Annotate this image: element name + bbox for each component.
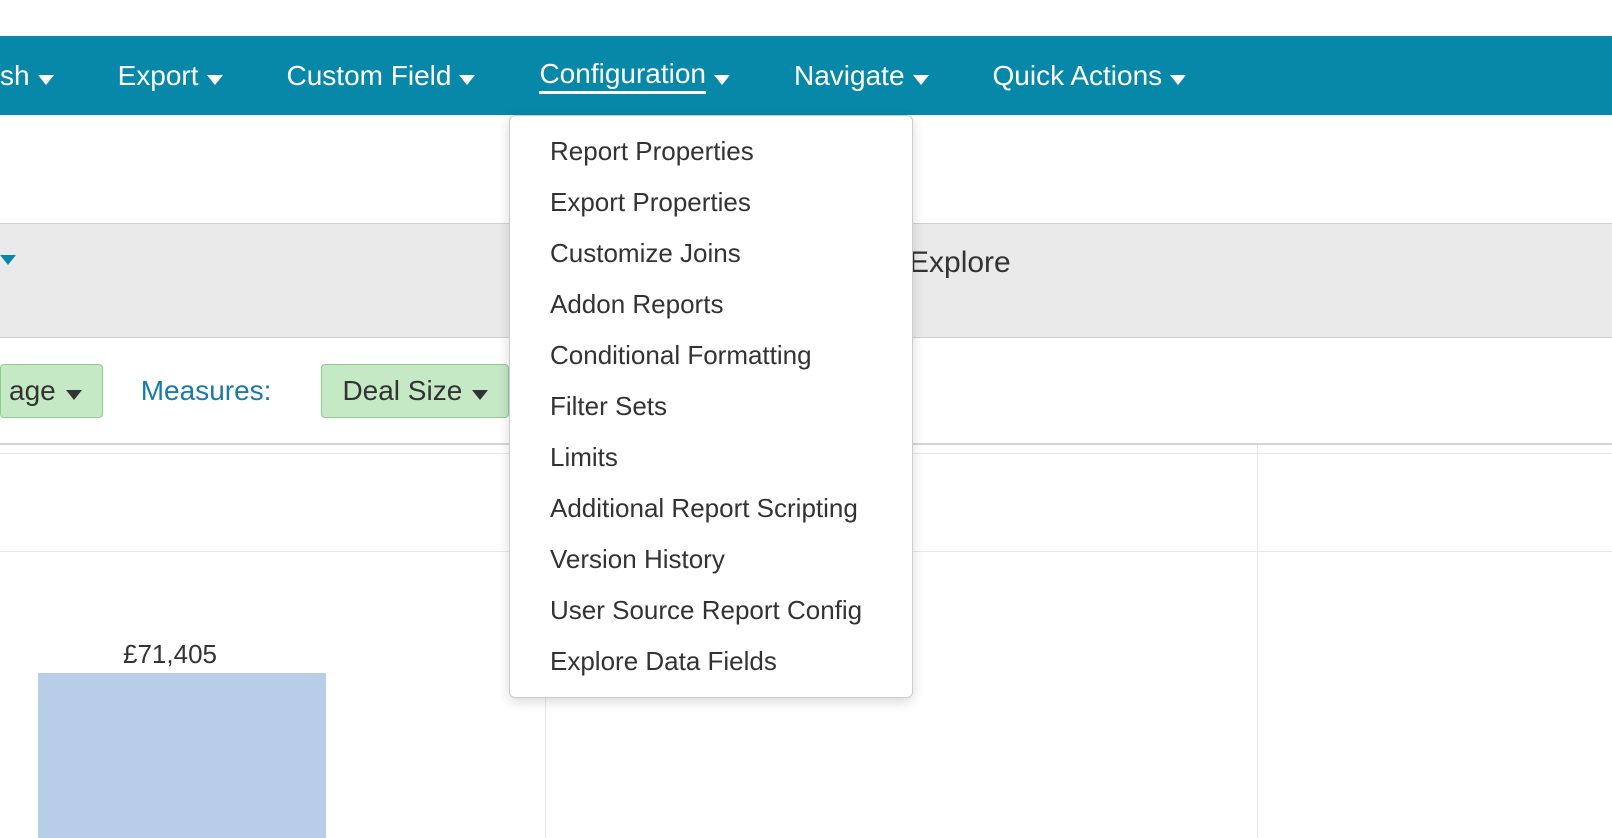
dropdown-item-report-properties[interactable]: Report Properties bbox=[510, 126, 912, 177]
caret-down-icon bbox=[38, 60, 54, 92]
pill-partial-age[interactable]: age bbox=[0, 364, 103, 418]
chart-bar[interactable] bbox=[38, 673, 326, 838]
menu-label: sh bbox=[0, 60, 30, 92]
menu-item-navigate[interactable]: Navigate bbox=[762, 36, 961, 115]
menu-item-partial[interactable]: sh bbox=[0, 36, 86, 115]
dropdown-item-filter-sets[interactable]: Filter Sets bbox=[510, 381, 912, 432]
bar-value-label: £71,405 bbox=[100, 639, 240, 670]
menu-item-configuration[interactable]: Configuration bbox=[507, 36, 762, 115]
caret-down-icon bbox=[1170, 60, 1186, 92]
menu-label: Quick Actions bbox=[993, 60, 1163, 92]
menu-label: Configuration bbox=[539, 58, 706, 94]
dropdown-item-explore-data-fields[interactable]: Explore Data Fields bbox=[510, 636, 912, 687]
menu-label: Export bbox=[118, 60, 199, 92]
caret-down-icon bbox=[459, 60, 475, 92]
caret-down-icon bbox=[913, 60, 929, 92]
partial-caret-icon[interactable] bbox=[0, 252, 16, 270]
main-menubar: sh Export Custom Field Configuration Nav… bbox=[0, 36, 1612, 115]
chart-gridline-vertical bbox=[1257, 445, 1258, 838]
caret-down-icon bbox=[472, 375, 488, 407]
menu-label: Custom Field bbox=[287, 60, 452, 92]
dropdown-item-export-properties[interactable]: Export Properties bbox=[510, 177, 912, 228]
pill-label: Deal Size bbox=[342, 375, 462, 407]
caret-down-icon bbox=[66, 375, 82, 407]
caret-down-icon bbox=[714, 60, 730, 92]
menu-item-export[interactable]: Export bbox=[86, 36, 255, 115]
caret-down-icon bbox=[207, 60, 223, 92]
menu-item-quick-actions[interactable]: Quick Actions bbox=[961, 36, 1219, 115]
dropdown-item-additional-report-scripting[interactable]: Additional Report Scripting bbox=[510, 483, 912, 534]
dropdown-item-version-history[interactable]: Version History bbox=[510, 534, 912, 585]
pill-label: age bbox=[9, 375, 56, 407]
top-blank-space bbox=[0, 0, 1612, 36]
menu-item-custom-field[interactable]: Custom Field bbox=[255, 36, 508, 115]
measures-label: Measures: bbox=[141, 375, 272, 407]
dropdown-item-customize-joins[interactable]: Customize Joins bbox=[510, 228, 912, 279]
dropdown-item-conditional-formatting[interactable]: Conditional Formatting bbox=[510, 330, 912, 381]
dropdown-item-addon-reports[interactable]: Addon Reports bbox=[510, 279, 912, 330]
pill-deal-size[interactable]: Deal Size bbox=[321, 364, 509, 418]
menu-label: Navigate bbox=[794, 60, 905, 92]
explore-label[interactable]: Explore bbox=[909, 246, 1011, 280]
dropdown-item-user-source-report-config[interactable]: User Source Report Config bbox=[510, 585, 912, 636]
configuration-dropdown: Report Properties Export Properties Cust… bbox=[509, 115, 913, 698]
dropdown-item-limits[interactable]: Limits bbox=[510, 432, 912, 483]
